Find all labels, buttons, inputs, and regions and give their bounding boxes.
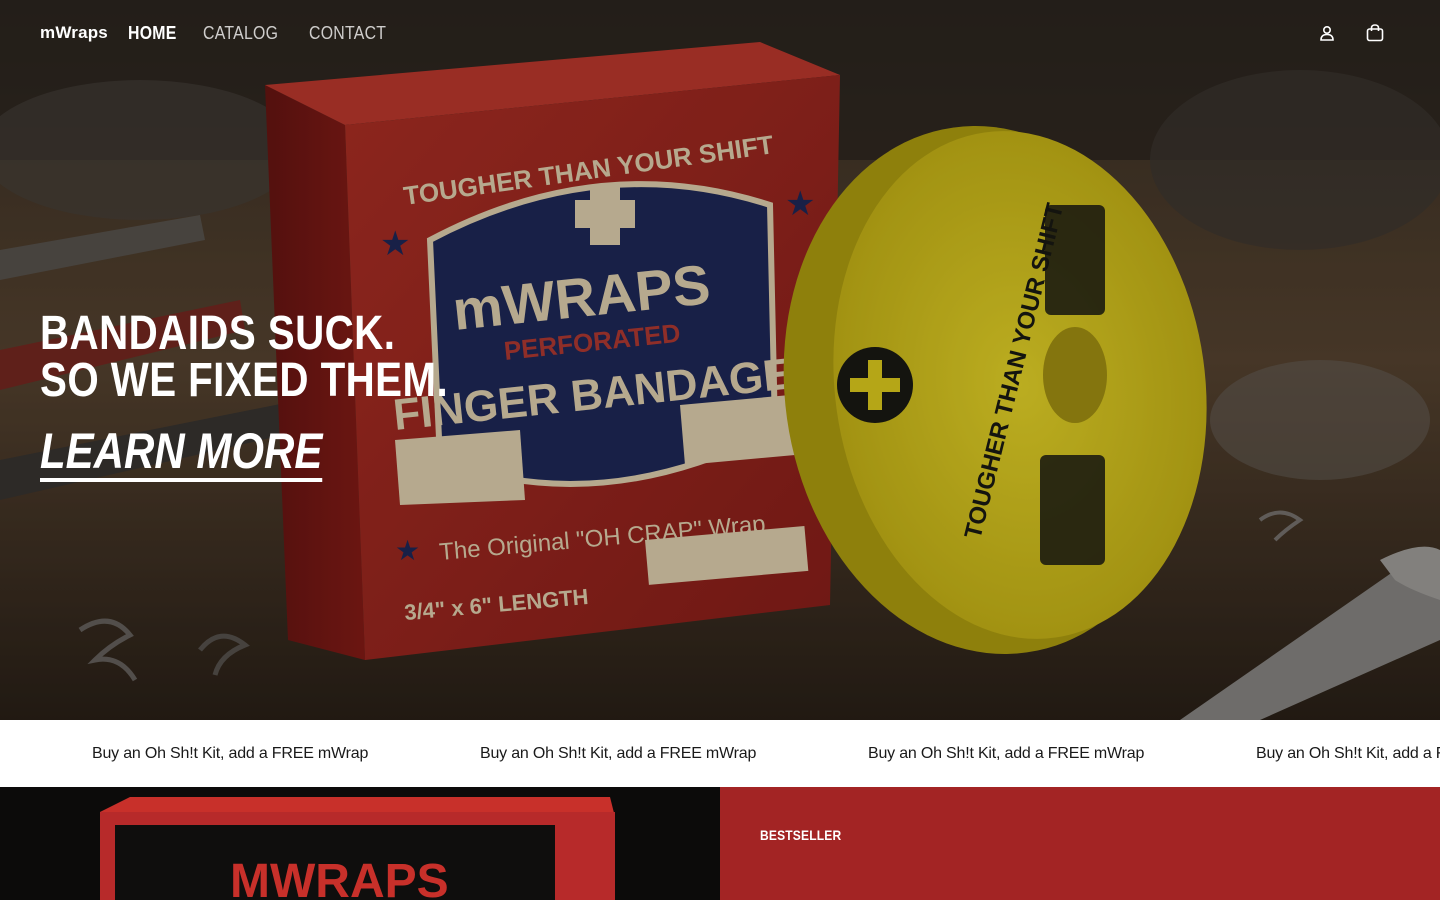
learn-more-link[interactable]: LEARN MORE — [40, 426, 323, 482]
promo-marquee: Buy an Oh Sh!t Kit, add a FREE mWrap Buy… — [0, 720, 1440, 787]
main-nav: HOME CATALOG CONTACT — [128, 23, 396, 44]
marquee-item: Buy an Oh Sh!t Kit, add a FREE mWrap — [480, 744, 757, 762]
nav-catalog[interactable]: CATALOG — [203, 23, 278, 44]
bestseller-badge: BESTSELLER — [760, 827, 842, 843]
hero-headline-line2: SO WE FIXED THEM. — [40, 354, 449, 407]
marquee-track: Buy an Oh Sh!t Kit, add a FREE mWrap Buy… — [0, 745, 1440, 763]
account-icon[interactable] — [1316, 22, 1338, 44]
hero-headline-line1: BANDAIDS SUCK. — [40, 307, 396, 360]
marquee-item: Buy an Oh Sh!t Kit, add a FREE mWrap — [92, 744, 369, 762]
cart-icon[interactable] — [1364, 22, 1386, 44]
marquee-item: Buy an Oh Sh!t Kit, add a FREE mWrap — [1256, 744, 1440, 762]
nav-home[interactable]: HOME — [128, 23, 177, 44]
hero-copy: BANDAIDS SUCK. SO WE FIXED THEM. LEARN M… — [40, 310, 526, 482]
featured-product-image[interactable]: MWRAPS — [0, 787, 720, 900]
nav-contact[interactable]: CONTACT — [309, 23, 386, 44]
header-actions — [1316, 22, 1400, 44]
featured-box-brand: MWRAPS — [230, 855, 449, 900]
site-logo[interactable]: mWraps — [40, 23, 108, 43]
featured-box-art: MWRAPS — [0, 787, 720, 900]
hero-headline: BANDAIDS SUCK. SO WE FIXED THEM. — [40, 307, 449, 407]
featured-product-panel: BESTSELLER — [720, 787, 1440, 900]
site-header: mWraps HOME CATALOG CONTACT — [0, 0, 1440, 66]
marquee-item: Buy an Oh Sh!t Kit, add a FREE mWrap — [868, 744, 1145, 762]
